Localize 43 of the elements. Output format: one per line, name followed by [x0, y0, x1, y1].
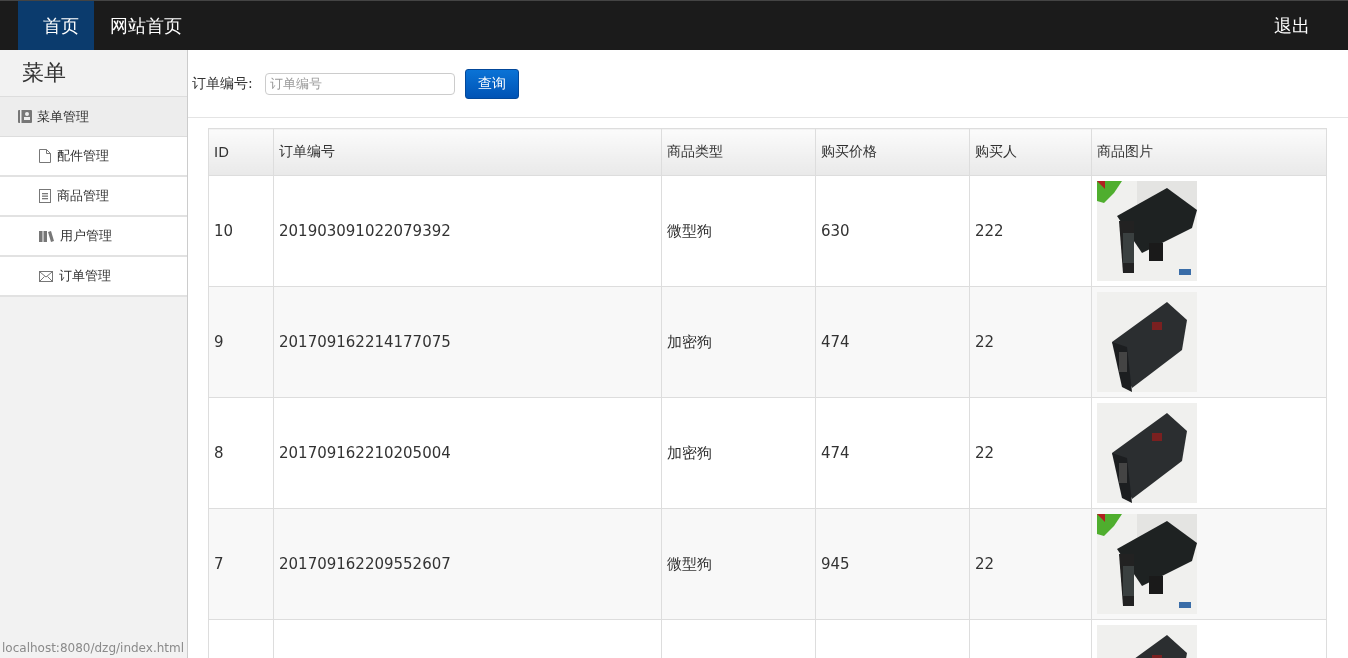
envelope-icon [39, 270, 53, 282]
table-cell: 630 [815, 175, 970, 287]
column-header: 商品图片 [1091, 128, 1327, 176]
table-cell: 474 [815, 397, 970, 509]
table-cell: 22 [969, 397, 1092, 509]
table-cell: 201709162210205004 [273, 397, 662, 509]
sidebar-item[interactable]: 配件管理 [0, 137, 187, 177]
column-header: 商品类型 [661, 128, 816, 176]
table-cell: 22 [969, 286, 1092, 398]
table-cell: 9 [208, 286, 274, 398]
nav-tab[interactable]: 网站首页 [94, 1, 198, 50]
document-icon [39, 149, 51, 163]
table-cell: 微型狗 [661, 508, 816, 620]
table-cell: 8 [208, 397, 274, 509]
table-cell: 201903091022079392 [273, 175, 662, 287]
nav-tab[interactable]: 首页 [18, 1, 94, 50]
logout-link[interactable]: 退出 [1258, 1, 1326, 50]
table-cell: 微型狗 [661, 175, 816, 287]
table-cell: 945 [815, 508, 970, 620]
list-icon [39, 189, 51, 203]
books-icon [39, 230, 54, 242]
table-cell: 加密狗 [661, 286, 816, 398]
table-cell: 222 [969, 175, 1092, 287]
column-header: 购买价格 [815, 128, 970, 176]
table-cell: 22 [969, 508, 1092, 620]
sidebar-item[interactable]: 订单管理 [0, 257, 187, 297]
column-header: 购买人 [969, 128, 1092, 176]
status-url: localhost:8080/dzg/index.html [2, 641, 185, 655]
column-header: ID [208, 128, 274, 176]
contact-card-icon [18, 110, 32, 123]
search-button[interactable]: 查询 [464, 68, 519, 99]
table-cell: 474 [815, 286, 970, 398]
sidebar-item[interactable]: 商品管理 [0, 177, 187, 217]
table-cell: 加密狗 [661, 397, 816, 509]
table-cell: 10 [208, 175, 274, 287]
column-header: 订单编号 [273, 128, 662, 176]
sidebar-item[interactable]: 用户管理 [0, 217, 187, 257]
sidebar-group[interactable]: 菜单管理 [0, 97, 187, 137]
table-cell: 201709162209552607 [273, 508, 662, 620]
table-cell: 7 [208, 508, 274, 620]
order-number-field[interactable]: 订单编号 [264, 72, 455, 95]
order-number-label: 订单编号: [192, 74, 253, 93]
table-cell: 201709162214177075 [273, 286, 662, 398]
